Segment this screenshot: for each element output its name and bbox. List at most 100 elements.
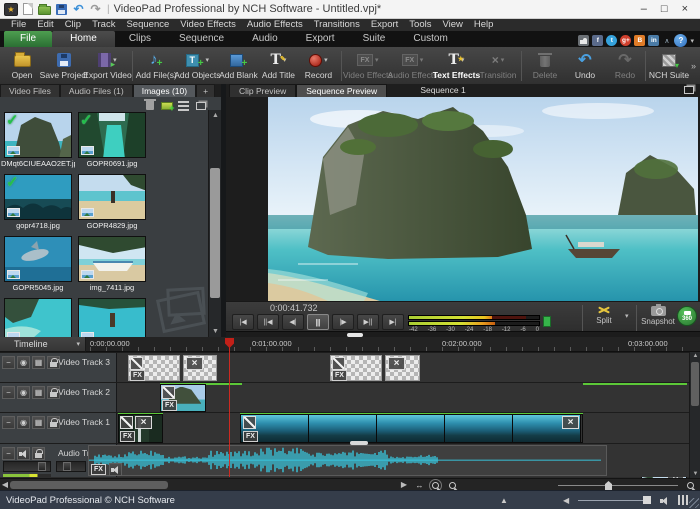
- tab-sequence-preview[interactable]: Sequence Preview: [296, 84, 388, 97]
- timeline-clip-image[interactable]: FX: [160, 384, 206, 412]
- add-title-button[interactable]: T ✎ ▾ Add Title: [258, 49, 298, 83]
- collapse-track-icon[interactable]: −: [2, 447, 15, 460]
- delete-button[interactable]: Delete: [525, 49, 565, 83]
- ribbon-tab-export[interactable]: Export: [292, 31, 349, 47]
- pause-button[interactable]: ||: [307, 314, 329, 330]
- timeline-scrollbar-vertical[interactable]: ▲ ▼: [689, 352, 700, 478]
- menu-video-effects[interactable]: Video Effects: [175, 19, 241, 31]
- timeline-clip-blank[interactable]: FX: [330, 355, 382, 381]
- media-scrollbar[interactable]: ▲ ▼: [208, 110, 221, 337]
- zoom-fit-icon[interactable]: ↔: [413, 480, 426, 490]
- nch-suite-button[interactable]: NCH Suite: [649, 49, 689, 83]
- detach-preview-icon[interactable]: [684, 86, 694, 94]
- save-project-icon[interactable]: [54, 2, 69, 16]
- list-view-icon[interactable]: [177, 99, 190, 112]
- thumbnail-lagoon-cliff[interactable]: [4, 298, 72, 337]
- text-effects-button[interactable]: T ★ ▾ Text Effects: [433, 49, 481, 83]
- undo-button[interactable]: ↶ Undo: [565, 49, 605, 83]
- twitter-icon[interactable]: t: [606, 35, 618, 46]
- help-button[interactable]: ?: [674, 34, 688, 47]
- redo-button[interactable]: ↷ Redo: [605, 49, 645, 83]
- ribbon-tab-custom[interactable]: Custom: [399, 31, 461, 47]
- minimize-button[interactable]: –: [641, 1, 647, 18]
- timeline-clip-image[interactable]: × FX: [118, 414, 163, 443]
- track-visibility-icon[interactable]: ◉: [17, 416, 30, 429]
- fade-badge-icon[interactable]: [243, 416, 256, 429]
- clip-audio-icon[interactable]: [109, 463, 122, 476]
- ribbon-tab-sequence[interactable]: Sequence: [165, 31, 238, 47]
- undo-icon[interactable]: ↶: [71, 2, 86, 16]
- toolbar-overflow-icon[interactable]: »: [691, 61, 698, 71]
- new-project-icon[interactable]: [20, 2, 35, 16]
- tab-video-files[interactable]: Video Files: [0, 84, 60, 97]
- volume-slider[interactable]: [578, 500, 648, 501]
- menu-track[interactable]: Track: [87, 19, 120, 31]
- tab-add-bin[interactable]: +: [196, 84, 216, 97]
- video-preview[interactable]: [226, 97, 700, 301]
- ribbon-tab-file[interactable]: File: [4, 31, 53, 47]
- scroll-down-icon[interactable]: ▼: [690, 471, 700, 477]
- open-project-icon[interactable]: [37, 2, 52, 16]
- media-item[interactable]: GOPR5045.jpg: [4, 236, 74, 293]
- zoom-selection-icon[interactable]: [429, 478, 442, 492]
- scroll-up-icon[interactable]: ▲: [209, 110, 221, 121]
- track-visibility-icon[interactable]: ◉: [17, 356, 30, 369]
- fade-badge-icon[interactable]: [332, 357, 345, 370]
- fade-badge-icon[interactable]: [162, 386, 175, 399]
- zoom-out-icon[interactable]: [446, 480, 459, 490]
- thumbnail-beach-walk[interactable]: [78, 174, 146, 220]
- bound-clips-icon[interactable]: ▦: [32, 356, 45, 369]
- previous-clip-button[interactable]: ||◀: [257, 314, 279, 330]
- fx-badge[interactable]: FX: [120, 431, 135, 442]
- bound-clips-icon[interactable]: ▦: [32, 386, 45, 399]
- add-folder-icon[interactable]: [160, 99, 175, 113]
- open-button[interactable]: Open: [2, 49, 42, 83]
- menu-help[interactable]: Help: [469, 19, 499, 31]
- audio-effects-button[interactable]: FX ▾ Audio Effects: [388, 49, 438, 83]
- lock-track-icon[interactable]: [32, 447, 45, 460]
- fx-badge[interactable]: FX: [332, 370, 347, 381]
- timeline-clip-blank[interactable]: FX: [128, 355, 180, 381]
- crossfade-badge-icon[interactable]: ×: [388, 357, 405, 370]
- fx-badge[interactable]: FX: [91, 464, 106, 475]
- ribbon-tab-audio[interactable]: Audio: [238, 31, 292, 47]
- split-button[interactable]: Split: [586, 304, 622, 325]
- dropdown-icon[interactable]: ▾: [324, 56, 328, 64]
- crossfade-badge-icon[interactable]: ×: [135, 416, 152, 429]
- dropdown-icon[interactable]: ▾: [206, 56, 210, 64]
- fx-badge[interactable]: FX: [162, 400, 177, 411]
- fx-badge[interactable]: FX: [243, 431, 258, 442]
- scroll-down-icon[interactable]: ▼: [209, 326, 221, 337]
- tab-audio-files[interactable]: Audio Files (1): [59, 84, 133, 97]
- 360-video-button[interactable]: 360: [677, 306, 697, 326]
- scrollbar-thumb[interactable]: [210, 168, 220, 298]
- menu-file[interactable]: File: [6, 19, 31, 31]
- ribbon-tab-home[interactable]: Home: [52, 31, 115, 47]
- collapse-track-icon[interactable]: −: [2, 386, 15, 399]
- maximize-button[interactable]: □: [661, 1, 668, 18]
- playhead-line[interactable]: [229, 338, 230, 477]
- timeline-clip-blank[interactable]: ×: [385, 355, 420, 381]
- fade-badge-icon[interactable]: [120, 416, 133, 429]
- record-button[interactable]: ▾ Record: [298, 49, 338, 83]
- scroll-up-icon[interactable]: ▲: [690, 353, 700, 359]
- googleplus-icon[interactable]: g+: [620, 35, 632, 46]
- linkedin-icon[interactable]: in: [648, 35, 660, 46]
- split-dropdown-icon[interactable]: ▾: [625, 312, 629, 320]
- timeline-clip-reef[interactable]: FX ×: [240, 414, 583, 443]
- crossfade-badge-icon[interactable]: ×: [562, 416, 579, 429]
- track-resize-handle[interactable]: [350, 441, 368, 445]
- media-item[interactable]: [4, 298, 74, 337]
- crossfade-badge-icon[interactable]: ×: [186, 357, 203, 370]
- zoom-slider[interactable]: [558, 485, 678, 486]
- add-objects-button[interactable]: T + ▾ Add Objects: [174, 49, 221, 83]
- tab-images[interactable]: Images (10): [132, 84, 197, 97]
- speaker-icon[interactable]: [660, 496, 670, 505]
- timeline-scrollbar-horizontal[interactable]: ◀ ▶ ↔: [0, 478, 700, 492]
- timeline-menu-button[interactable]: Timeline ▾: [0, 337, 86, 352]
- track-visibility-icon[interactable]: ◉: [17, 386, 30, 399]
- blogger-icon[interactable]: B: [634, 35, 646, 46]
- timeline-clip-blank[interactable]: ×: [183, 355, 217, 381]
- save-project-button[interactable]: Save Project: [40, 49, 88, 83]
- collapse-track-icon[interactable]: −: [2, 356, 15, 369]
